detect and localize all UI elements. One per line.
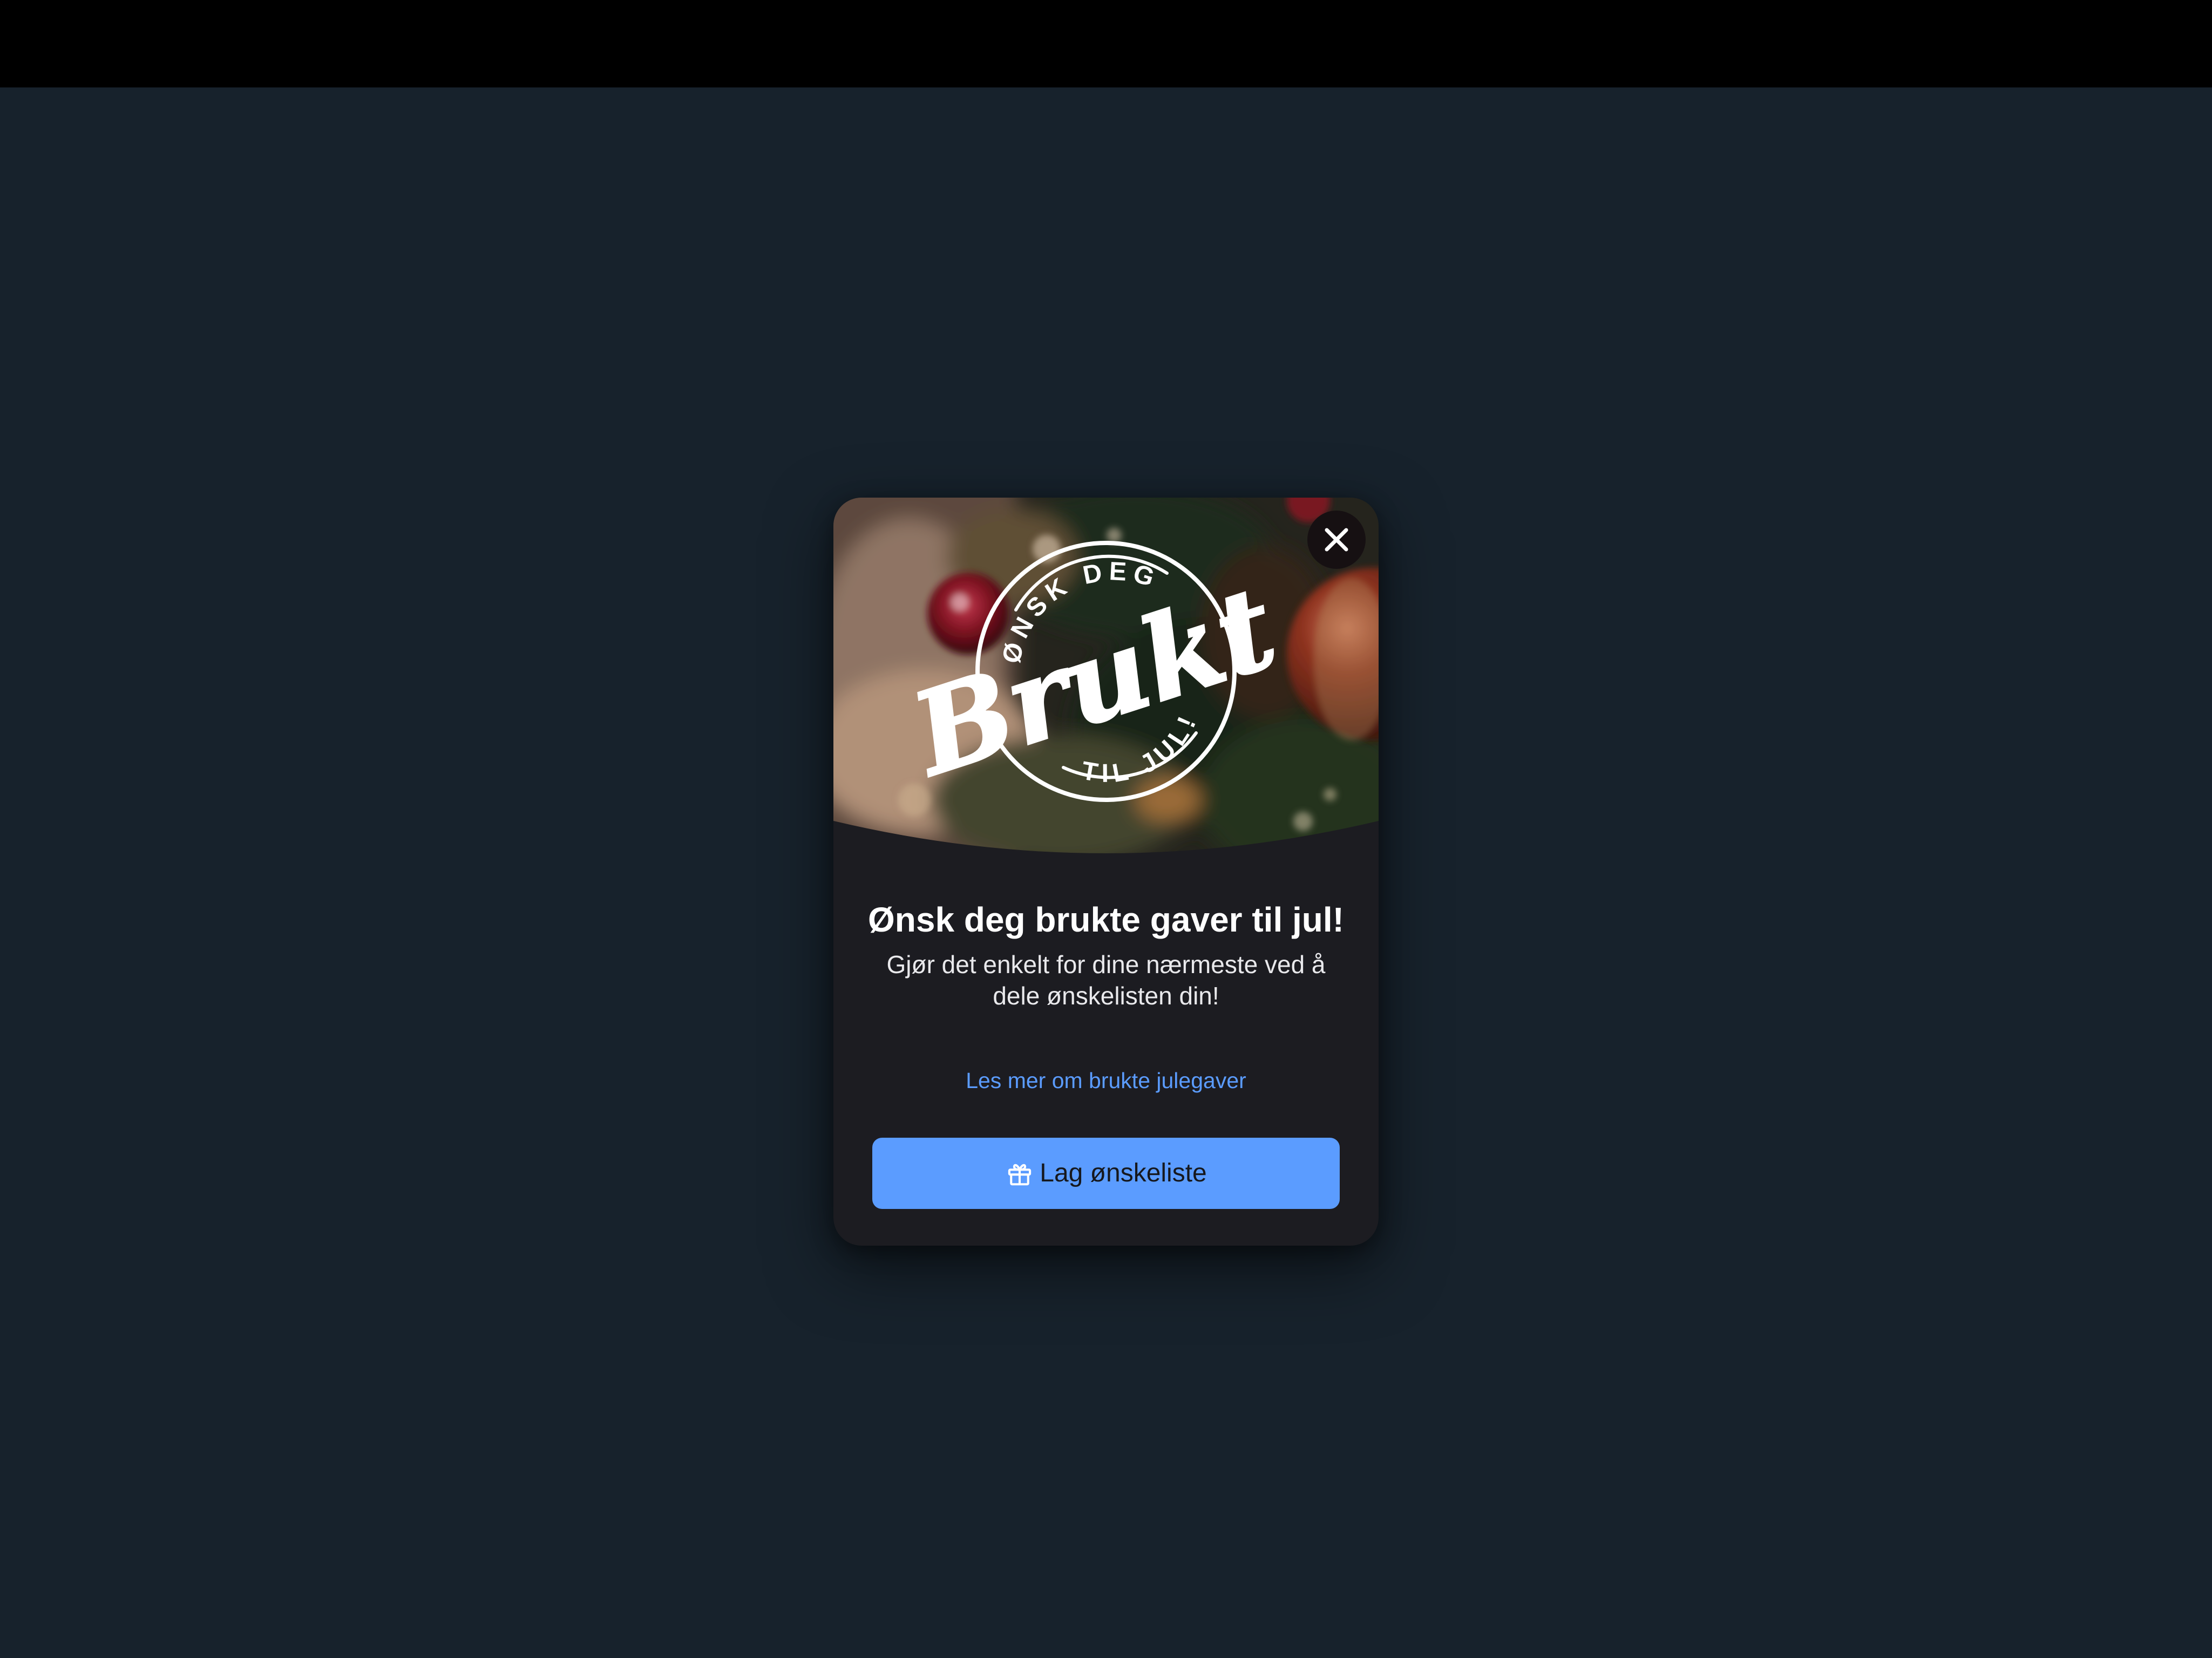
subtitle-line-1: Gjør det enkelt for dine nærmeste ved å [886,950,1326,979]
read-more-link[interactable]: Les mer om brukte julegaver [833,1065,1379,1096]
modal-subtitle: Gjør det enkelt for dine nærmeste ved å … [866,949,1346,1011]
close-icon [1325,528,1348,552]
hero-image: ØNSK DEG TIL JUL! Brukt [833,498,1379,860]
modal-title: Ønsk deg brukte gaver til jul! [868,900,1344,939]
close-button[interactable] [1307,511,1366,569]
create-wishlist-label: Lag ønskeliste [1040,1159,1207,1187]
create-wishlist-button[interactable]: Lag ønskeliste [872,1138,1340,1209]
subtitle-line-2: dele ønskelisten din! [993,982,1219,1010]
top-black-bar [0,0,2212,87]
gift-icon [1008,1164,1032,1186]
wishlist-modal: ØNSK DEG TIL JUL! Brukt Ønsk deg brukte … [833,498,1379,1246]
